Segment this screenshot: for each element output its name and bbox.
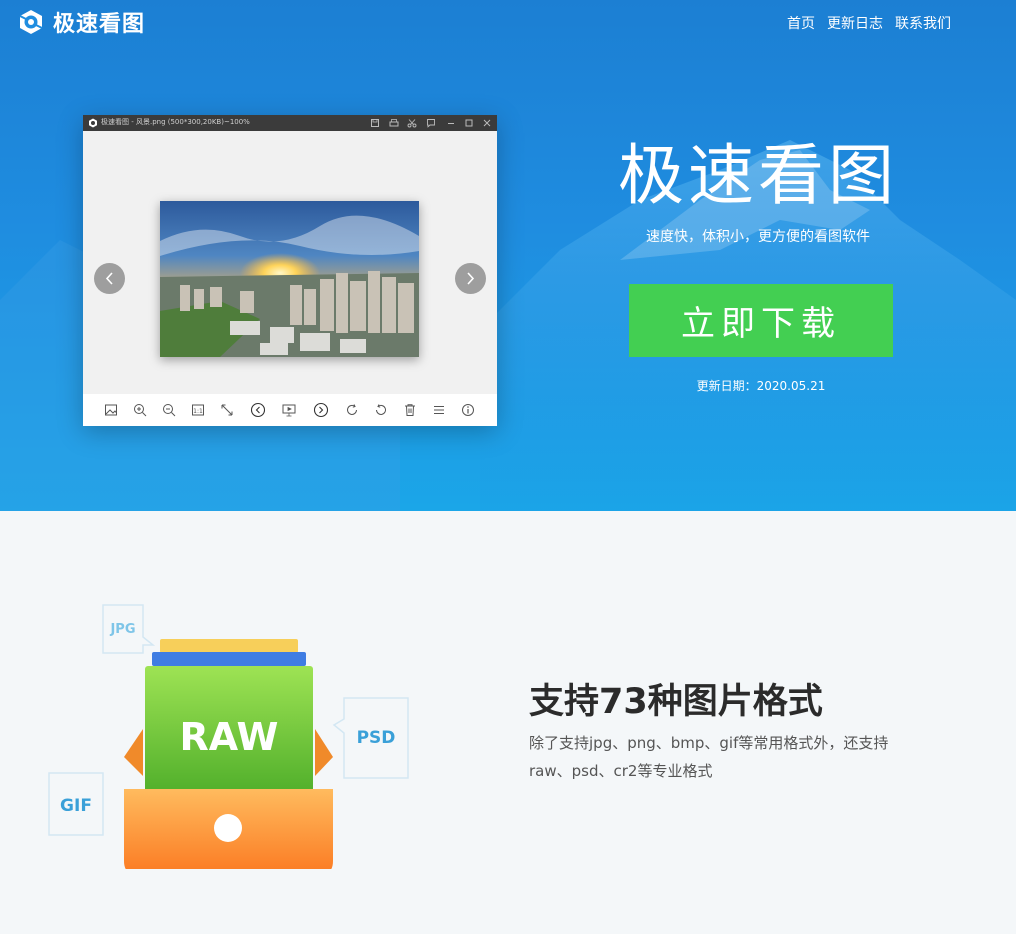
- psd-bubble: PSD: [332, 697, 409, 779]
- feedback-icon[interactable]: [425, 117, 437, 129]
- scissors-icon[interactable]: [406, 117, 418, 129]
- gif-bubble: GIF: [48, 772, 104, 836]
- next-image-button[interactable]: [455, 263, 486, 294]
- brand-name: 极速看图: [53, 12, 146, 37]
- format-drawer-illustration: JPG RAW PSD GIF: [48, 604, 409, 869]
- rotate-left-icon[interactable]: [373, 402, 389, 418]
- image-stage: [83, 131, 497, 409]
- rotate-right-icon[interactable]: [344, 402, 360, 418]
- format-label-gif: GIF: [60, 796, 92, 816]
- zoom-in-icon[interactable]: [132, 402, 148, 418]
- app-window-preview: 极速看图 - 风景.png (500*300,20KB)~100% 1:1: [83, 115, 497, 426]
- format-label-psd: PSD: [357, 728, 396, 748]
- format-label-raw: RAW: [180, 715, 279, 759]
- app-title: 极速看图 - 风景.png (500*300,20KB)~100%: [101, 118, 250, 126]
- drawer-knob: [214, 814, 242, 842]
- app-logo-icon: [89, 118, 97, 128]
- delete-icon[interactable]: [402, 402, 418, 418]
- hero-subtitle: 速度快，体积小，更方便的看图软件: [646, 229, 870, 245]
- chevron-left-icon: [105, 272, 113, 285]
- print-icon[interactable]: [388, 117, 400, 129]
- download-button[interactable]: 立即下载: [629, 284, 893, 357]
- nav-changelog-link[interactable]: 更新日志: [827, 13, 883, 33]
- slideshow-icon[interactable]: [281, 402, 297, 418]
- feature-description: 除了支持jpg、png、bmp、gif等常用格式外，还支持raw、psd、cr2…: [529, 734, 889, 780]
- minimize-icon[interactable]: [445, 117, 457, 129]
- zoom-out-icon[interactable]: [161, 402, 177, 418]
- fullscreen-icon[interactable]: [219, 402, 235, 418]
- blue-card: [152, 652, 306, 666]
- previous-image-button[interactable]: [94, 263, 125, 294]
- hero-title: 极速看图: [618, 137, 898, 214]
- update-date: 更新日期：2020.05.21: [696, 379, 826, 393]
- close-icon[interactable]: [481, 117, 493, 129]
- format-label-jpg: JPG: [109, 622, 135, 637]
- app-toolbar: 1:1: [83, 394, 497, 426]
- nav-home-link[interactable]: 首页: [787, 13, 815, 33]
- next-icon[interactable]: [313, 402, 329, 418]
- save-icon[interactable]: [369, 117, 381, 129]
- actual-size-icon[interactable]: 1:1: [190, 402, 206, 418]
- menu-icon[interactable]: [431, 402, 447, 418]
- app-titlebar: 极速看图 - 风景.png (500*300,20KB)~100%: [83, 115, 497, 131]
- nav-contact-link[interactable]: 联系我们: [895, 13, 951, 33]
- chevron-right-icon: [467, 272, 475, 285]
- feature-title: 支持73种图片格式: [529, 682, 823, 722]
- brand[interactable]: 极速看图: [17, 7, 145, 37]
- yellow-card: [160, 639, 298, 653]
- jpg-bubble: JPG: [102, 604, 156, 654]
- brand-logo-icon: [19, 10, 43, 34]
- image-icon[interactable]: [103, 402, 119, 418]
- hero-section: 极速看图 首页 更新日志 联系我们 极速看图 - 风景.png (500*300…: [0, 0, 1016, 511]
- top-nav: 首页 更新日志 联系我们: [775, 13, 951, 33]
- previous-icon[interactable]: [250, 402, 266, 418]
- maximize-icon[interactable]: [463, 117, 475, 129]
- svg-text:1:1: 1:1: [193, 408, 203, 415]
- city-sunset-photo: [160, 201, 419, 357]
- feature-section: JPG RAW PSD GIF 支持73种图片格式 除了支持jpg、png、bm…: [0, 511, 1016, 934]
- info-icon[interactable]: [460, 402, 476, 418]
